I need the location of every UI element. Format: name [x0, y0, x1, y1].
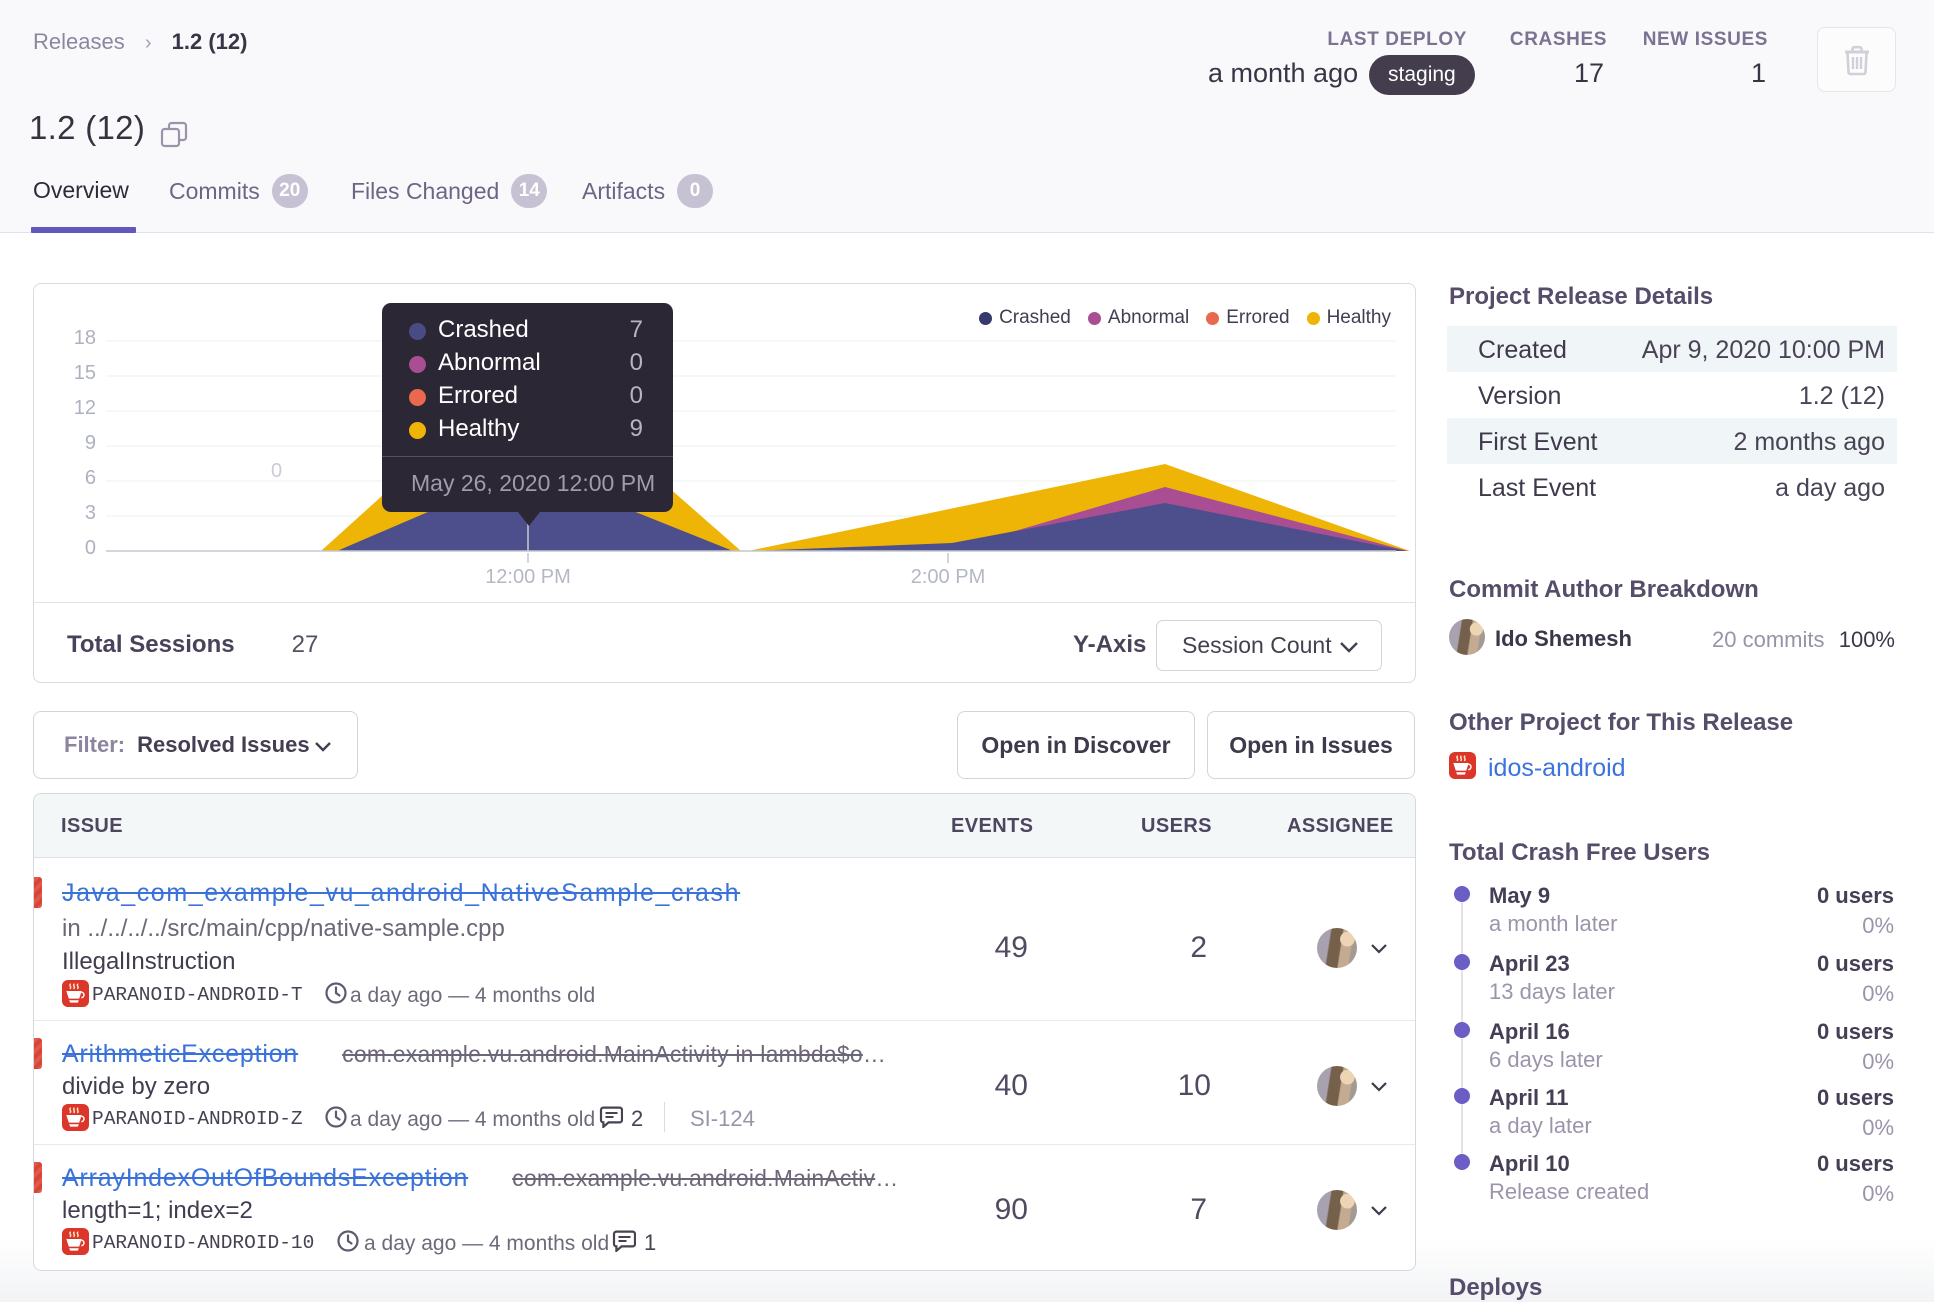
svg-text:0: 0: [85, 537, 96, 559]
svg-text:12:00 PM: 12:00 PM: [485, 566, 571, 588]
svg-text:15: 15: [74, 362, 96, 384]
svg-text:0: 0: [271, 460, 282, 482]
svg-text:12: 12: [74, 397, 96, 419]
svg-text:3: 3: [85, 502, 96, 524]
svg-text:18: 18: [74, 327, 96, 349]
svg-text:9: 9: [85, 432, 96, 454]
svg-text:6: 6: [85, 467, 96, 489]
svg-text:2:00 PM: 2:00 PM: [911, 566, 985, 588]
